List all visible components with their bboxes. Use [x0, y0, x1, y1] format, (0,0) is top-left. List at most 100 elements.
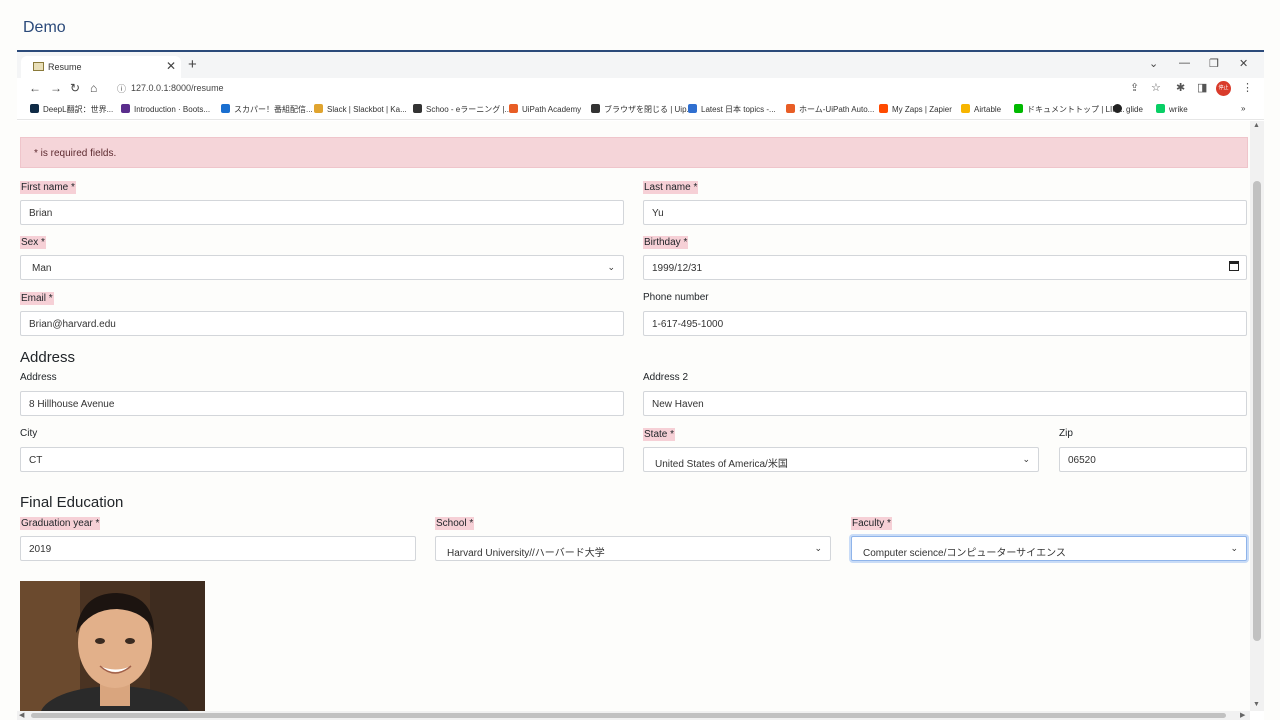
browser-window: Resume ✕ + ⌄ — ❐ ✕ ← → ↻ ⌂ ⓘ 127.0.0.1:8…: [17, 52, 1264, 720]
sex-label: Sex *: [20, 236, 46, 249]
city-input[interactable]: CT: [20, 447, 624, 472]
first-name-label: First name *: [20, 181, 76, 194]
phone-label: Phone number: [643, 292, 709, 303]
bookmark-favicon-icon: [314, 104, 323, 113]
bookmark-favicon-icon: [688, 104, 697, 113]
scroll-left-icon[interactable]: ◀: [19, 711, 24, 719]
extensions-icon[interactable]: ✱: [1176, 81, 1185, 94]
bookmark-item[interactable]: DeepL翻訳：世界...: [30, 104, 113, 115]
sex-select-value: Man: [32, 263, 52, 274]
graduation-year-input[interactable]: 2019: [20, 536, 416, 561]
last-name-input[interactable]: Yu: [643, 200, 1247, 225]
back-icon[interactable]: ←: [29, 81, 41, 95]
bookmark-item[interactable]: glide: [1113, 104, 1143, 114]
bookmark-item[interactable]: Schoo - eラーニング |...: [413, 104, 511, 115]
bookmark-item[interactable]: My Zaps | Zapier: [879, 104, 952, 114]
phone-input[interactable]: 1-617-495-1000: [643, 311, 1247, 336]
close-window-icon[interactable]: ✕: [1239, 57, 1248, 70]
menu-icon[interactable]: ⋮: [1242, 81, 1253, 94]
forward-icon[interactable]: →: [50, 81, 62, 95]
tab-search-icon[interactable]: ⌄: [1149, 57, 1158, 70]
sidepanel-icon[interactable]: ◨: [1197, 81, 1207, 94]
faculty-select[interactable]: Computer science/コンピューターサイエンス ⌄: [851, 536, 1247, 561]
school-select-value: Harvard University//ハーバード大学: [447, 548, 605, 559]
new-tab-icon[interactable]: +: [188, 56, 197, 73]
bookmark-item[interactable]: UiPath Academy: [509, 104, 581, 114]
bookmark-item[interactable]: Introduction · Boots...: [121, 104, 210, 114]
calendar-icon[interactable]: [1229, 261, 1239, 271]
last-name-label: Last name *: [643, 181, 699, 194]
reload-icon[interactable]: ↻: [70, 81, 80, 95]
education-heading: Final Education: [20, 494, 124, 511]
demo-title: Demo: [23, 19, 66, 36]
sex-select[interactable]: Man ⌄: [20, 255, 624, 280]
graduation-year-label: Graduation year *: [20, 517, 101, 530]
required-alert: * is required fields.: [20, 137, 1248, 168]
demo-header: Demo: [0, 0, 1280, 52]
tab-close-icon[interactable]: ✕: [166, 59, 176, 73]
bookmark-favicon-icon: [509, 104, 518, 113]
bookmark-favicon-icon: [1156, 104, 1165, 113]
email-label: Email *: [20, 292, 54, 305]
minimize-icon[interactable]: —: [1179, 57, 1190, 69]
scroll-right-icon[interactable]: ▶: [1240, 711, 1245, 719]
first-name-input[interactable]: Brian: [20, 200, 624, 225]
school-label: School *: [435, 517, 475, 530]
zip-input[interactable]: 06520: [1059, 447, 1247, 472]
tab-bar: Resume ✕ + ⌄ — ❐ ✕: [17, 52, 1264, 78]
bookmark-item[interactable]: Latest 日本 topics -...: [688, 104, 776, 115]
address2-label: Address 2: [643, 372, 689, 383]
state-select[interactable]: United States of America/米国 ⌄: [643, 447, 1039, 472]
bookmark-favicon-icon: [221, 104, 230, 113]
profile-photo: [20, 581, 205, 711]
school-select[interactable]: Harvard University//ハーバード大学 ⌄: [435, 536, 831, 561]
chevron-down-icon: ⌄: [1230, 543, 1238, 553]
faculty-label: Faculty *: [851, 517, 892, 530]
info-icon[interactable]: ⓘ: [117, 82, 126, 95]
bookmark-item[interactable]: wrike: [1156, 104, 1188, 114]
bookmark-star-icon[interactable]: ☆: [1151, 81, 1161, 94]
address-input[interactable]: 8 Hillhouse Avenue: [20, 391, 624, 416]
vertical-scroll-thumb[interactable]: [1253, 181, 1261, 641]
address-label: Address: [20, 372, 57, 383]
scroll-down-icon[interactable]: ▼: [1253, 701, 1260, 708]
bookmark-favicon-icon: [961, 104, 970, 113]
birthday-input[interactable]: 1999/12/31: [643, 255, 1247, 280]
bookmark-item[interactable]: ブラウザを閉じる | Uip...: [591, 104, 693, 115]
address-bar: ← → ↻ ⌂ ⓘ 127.0.0.1:8000/resume ⇪ ☆ ✱ ◨ …: [17, 78, 1264, 100]
restore-icon[interactable]: ❐: [1209, 57, 1219, 70]
horizontal-scroll-thumb[interactable]: [31, 713, 1226, 718]
chevron-down-icon: ⌄: [607, 262, 615, 272]
profile-photo-image: [20, 581, 205, 711]
bookmark-item[interactable]: スカパー！番組配信...: [221, 104, 313, 115]
profile-avatar[interactable]: 停止: [1216, 81, 1231, 96]
email-input[interactable]: Brian@harvard.edu: [20, 311, 624, 336]
scroll-up-icon[interactable]: ▲: [1253, 122, 1260, 129]
bookmark-item[interactable]: Airtable: [961, 104, 1001, 114]
zip-label: Zip: [1059, 428, 1073, 439]
chevron-down-icon: ⌄: [1022, 454, 1030, 464]
bookmark-item[interactable]: ドキュメントトップ | LIN...: [1014, 104, 1125, 115]
tab-resume[interactable]: Resume ✕: [21, 56, 181, 78]
url-field[interactable]: 127.0.0.1:8000/resume: [131, 83, 224, 93]
vertical-scrollbar[interactable]: ▲ ▼: [1250, 121, 1264, 711]
home-icon[interactable]: ⌂: [90, 81, 97, 95]
bookmark-favicon-icon: [879, 104, 888, 113]
bookmarks-overflow-icon[interactable]: »: [1241, 104, 1245, 113]
bookmark-item[interactable]: Slack | Slackbot | Ka...: [314, 104, 407, 114]
faculty-select-value: Computer science/コンピューターサイエンス: [863, 548, 1066, 559]
address2-input[interactable]: New Haven: [643, 391, 1247, 416]
share-icon[interactable]: ⇪: [1130, 81, 1139, 94]
bookmark-favicon-icon: [121, 104, 130, 113]
page-content: * is required fields. First name * Brian…: [17, 121, 1250, 711]
birthday-value: 1999/12/31: [652, 263, 703, 274]
horizontal-scrollbar[interactable]: ◀ ▶: [17, 711, 1250, 720]
bookmark-favicon-icon: [30, 104, 39, 113]
state-label: State *: [643, 428, 676, 441]
address-heading: Address: [20, 349, 76, 366]
state-select-value: United States of America/米国: [655, 459, 788, 470]
resume-favicon-icon: [33, 62, 44, 71]
tab-title: Resume: [48, 62, 82, 72]
bookmark-favicon-icon: [413, 104, 422, 113]
bookmark-item[interactable]: ホーム-UiPath Auto...: [786, 104, 874, 115]
